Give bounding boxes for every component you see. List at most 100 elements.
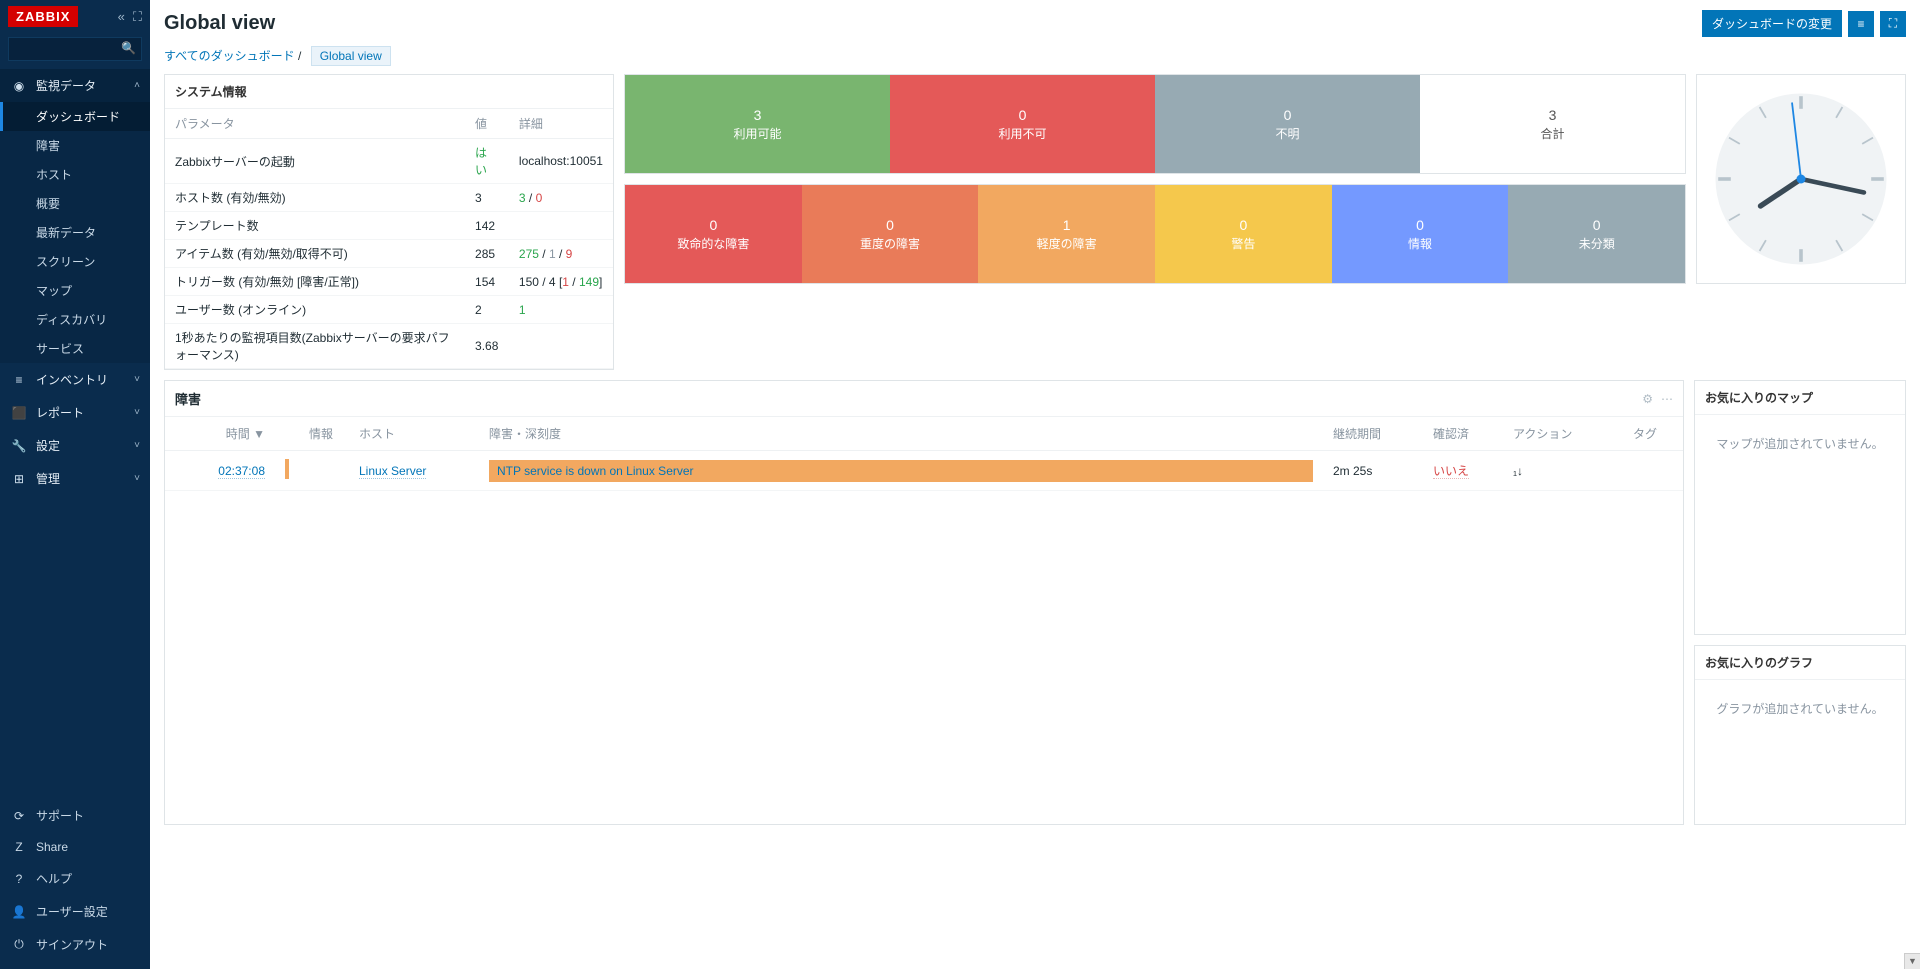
status-label: 致命的な障害	[677, 235, 749, 252]
status-label: 重度の障害	[860, 235, 920, 252]
empty-message: マップが追加されていません。	[1695, 415, 1905, 472]
footer-icon: Z	[10, 840, 28, 854]
status-label: 未分類	[1579, 235, 1615, 252]
status-cell[interactable]: 0致命的な障害	[625, 185, 802, 283]
sidebar-section[interactable]: ⬛レポート˅	[0, 396, 150, 429]
gear-icon[interactable]: ⚙	[1642, 392, 1653, 406]
param-value: 154	[465, 268, 509, 296]
footer-icon: 👤	[10, 905, 28, 919]
sidebar-item[interactable]: サービス	[0, 334, 150, 363]
sysinfo-row: トリガー数 (有効/無効 [障害/正常])154150 / 4 [1 / 149…	[165, 268, 613, 296]
widget-title: お気に入りのマップ	[1695, 381, 1905, 415]
scroll-indicator[interactable]	[1904, 953, 1920, 969]
collapse-icon[interactable]: «	[118, 9, 125, 25]
severity-bar	[285, 459, 289, 479]
sidebar-item[interactable]: ダッシュボード	[0, 102, 150, 131]
sidebar-item[interactable]: ディスカバリ	[0, 305, 150, 334]
status-cell[interactable]: 0未分類	[1508, 185, 1685, 283]
status-label: 情報	[1408, 235, 1432, 252]
breadcrumb-all[interactable]: すべてのダッシュボード	[164, 49, 295, 63]
problem-action: ₁↓	[1503, 451, 1623, 491]
sidebar-item[interactable]: マップ	[0, 276, 150, 305]
status-count: 0	[1239, 217, 1247, 233]
chevron-icon: ˅	[134, 473, 140, 484]
param-name: アイテム数 (有効/無効/取得不可)	[165, 240, 465, 268]
param-detail	[509, 324, 613, 369]
status-count: 0	[1416, 217, 1424, 233]
problem-time[interactable]: 02:37:08	[218, 464, 265, 479]
host-status-row: 3利用可能0利用不可0不明3合計	[624, 74, 1686, 174]
param-detail	[509, 212, 613, 240]
sidebar-footer-item[interactable]: ZShare	[0, 832, 150, 862]
sidebar-item[interactable]: 障害	[0, 131, 150, 160]
col-header[interactable]: タグ	[1623, 417, 1683, 451]
col-header[interactable]: 障害・深刻度	[479, 417, 1323, 451]
severity-status-row: 0致命的な障害0重度の障害1軽度の障害0警告0情報0未分類	[624, 184, 1686, 284]
chevron-icon: ˅	[134, 407, 140, 418]
status-cell[interactable]: 0不明	[1155, 75, 1420, 173]
breadcrumb-current[interactable]: Global view	[311, 46, 391, 66]
search-icon[interactable]: 🔍	[121, 41, 136, 55]
problems-widget: 障害 ⚙ ⋯ 時間 ▼情報ホスト障害・深刻度継続期間確認済アクションタグ 02:…	[164, 380, 1684, 825]
sidebar-footer-item[interactable]: ⟳ サポート	[0, 799, 150, 832]
sidebar-item[interactable]: ホスト	[0, 160, 150, 189]
col-header: 値	[465, 109, 509, 139]
status-cell[interactable]: 3利用可能	[625, 75, 890, 173]
status-cell[interactable]: 0警告	[1155, 185, 1332, 283]
status-cell[interactable]: 0 情報	[1332, 185, 1509, 283]
param-name: 1秒あたりの監視項目数(Zabbixサーバーの要求パフォーマンス)	[165, 324, 465, 369]
problem-name[interactable]: NTP service is down on Linux Server	[489, 460, 1313, 482]
sidebar-item[interactable]: 概要	[0, 189, 150, 218]
expand-icon[interactable]: ⛶	[133, 9, 142, 25]
col-header[interactable]: ホスト	[349, 417, 479, 451]
footer-label: サポート	[36, 807, 84, 824]
sidebar-section[interactable]: ≡インベントリ˅	[0, 363, 150, 396]
status-cell[interactable]: 3合計	[1420, 75, 1685, 173]
col-header[interactable]: 継続期間	[1323, 417, 1423, 451]
status-count: 3	[1549, 107, 1557, 123]
col-header[interactable]: 時間 ▼	[165, 417, 275, 451]
footer-icon: ⟳	[10, 809, 28, 823]
section-label: レポート	[36, 404, 84, 421]
footer-icon: ?	[10, 872, 28, 886]
edit-dashboard-button[interactable]: ダッシュボードの変更	[1702, 10, 1842, 37]
footer-icon: ⏻	[10, 937, 28, 952]
status-count: 1	[1063, 217, 1071, 233]
col-header[interactable]: 情報	[299, 417, 349, 451]
fullscreen-icon[interactable]: ⛶	[1880, 11, 1906, 37]
col-header[interactable]: アクション	[1503, 417, 1623, 451]
param-value: 142	[465, 212, 509, 240]
col-header[interactable]: 確認済	[1423, 417, 1503, 451]
col-header[interactable]	[275, 417, 299, 451]
logo[interactable]: ZABBIX	[8, 6, 78, 27]
status-count: 0	[1284, 107, 1292, 123]
sidebar-section[interactable]: ⊞管理˅	[0, 462, 150, 495]
clock-icon	[1711, 89, 1891, 269]
status-cell[interactable]: 0 重度の障害	[802, 185, 979, 283]
status-cell[interactable]: 1軽度の障害	[978, 185, 1155, 283]
footer-label: ヘルプ	[36, 870, 72, 887]
chevron-icon: ˅	[134, 374, 140, 385]
sidebar-item[interactable]: スクリーン	[0, 247, 150, 276]
sidebar-footer-item[interactable]: ? ヘルプ	[0, 862, 150, 895]
chevron-icon: ˅	[134, 440, 140, 451]
sysinfo-row: アイテム数 (有効/無効/取得不可)285275 / 1 / 9	[165, 240, 613, 268]
problem-ack[interactable]: いいえ	[1433, 464, 1469, 479]
footer-label: サインアウト	[36, 936, 108, 953]
problem-host[interactable]: Linux Server	[359, 464, 426, 479]
status-count: 0	[1019, 107, 1027, 123]
sidebar-footer-item[interactable]: 👤ユーザー設定	[0, 895, 150, 928]
menu-icon[interactable]: ≡	[1848, 11, 1874, 37]
param-name: テンプレート数	[165, 212, 465, 240]
section-label: 管理	[36, 470, 60, 487]
sidebar-section[interactable]: 🔧設定˅	[0, 429, 150, 462]
more-icon[interactable]: ⋯	[1661, 392, 1673, 406]
status-cell[interactable]: 0利用不可	[890, 75, 1155, 173]
sidebar-footer-item[interactable]: ⏻ サインアウト	[0, 928, 150, 961]
system-info-widget: システム情報 パラメータ値詳細 Zabbixサーバーの起動はいlocalhost…	[164, 74, 614, 370]
status-widgets: 3利用可能0利用不可0不明3合計 0致命的な障害0重度の障害1軽度の障害0警告0…	[624, 74, 1686, 370]
status-count: 0	[886, 217, 894, 233]
param-name: トリガー数 (有効/無効 [障害/正常])	[165, 268, 465, 296]
sidebar-item[interactable]: 最新データ	[0, 218, 150, 247]
sidebar-section[interactable]: ◉監視データ˄	[0, 69, 150, 102]
